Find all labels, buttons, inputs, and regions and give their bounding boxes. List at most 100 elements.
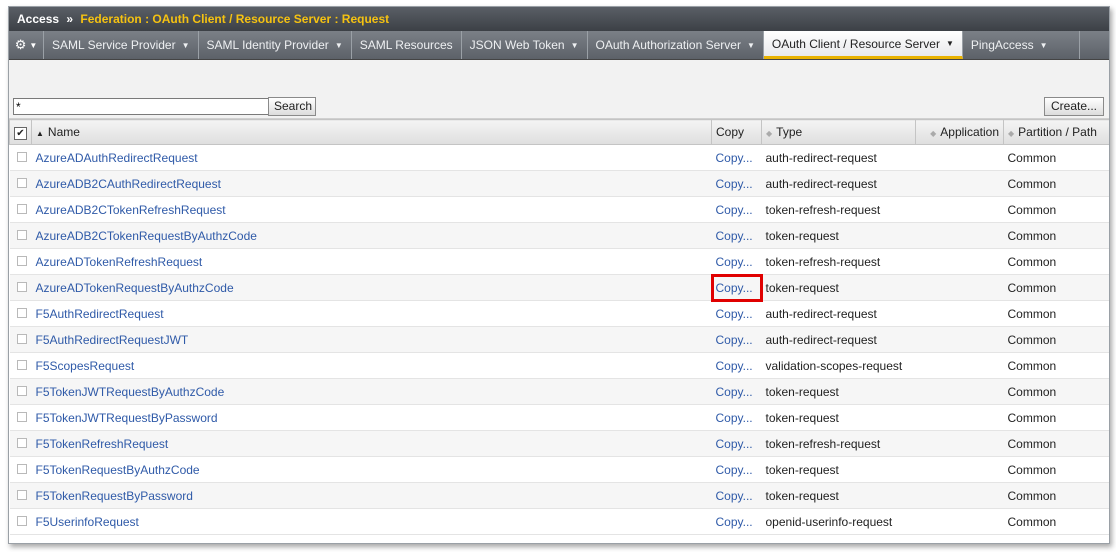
nav-tab[interactable]: SAML Service Provider ▼ [44,31,199,59]
row-checkbox[interactable] [16,411,27,422]
copy-link[interactable]: Copy... [716,411,753,425]
row-select-cell [9,170,32,197]
partition-cell: Common [1003,430,1109,457]
copy-link[interactable]: Copy... [716,333,753,347]
row-checkbox[interactable] [16,385,27,396]
application-cell [915,170,1004,197]
copy-link[interactable]: Copy... [716,463,753,477]
type-cell: token-request [761,378,916,405]
copy-link[interactable]: Copy... [716,151,753,165]
type-cell: validation-scopes-request [761,352,916,379]
row-checkbox[interactable] [16,203,27,214]
type-cell: auth-redirect-request [761,144,916,171]
partition-cell: Common [1003,482,1109,509]
row-checkbox[interactable] [16,177,27,188]
row-checkbox[interactable] [16,489,27,500]
copy-link[interactable]: Copy... [716,515,753,529]
request-name-link[interactable]: F5ScopesRequest [36,359,135,373]
nav-tab[interactable]: OAuth Client / Resource Server ▼ [763,31,963,59]
row-checkbox[interactable] [16,229,27,240]
column-header-application[interactable]: ◆ Application [915,119,1004,145]
type-cell: auth-redirect-request [761,170,916,197]
name-cell: F5TokenRequestByPassword [31,482,712,509]
caret-down-icon: ▼ [334,40,343,50]
column-name-label: Name [47,125,80,139]
request-name-link[interactable]: AzureADB2CTokenRefreshRequest [36,203,226,217]
application-cell [915,144,1004,171]
table-row: F5TokenJWTRequestByAuthzCode Copy... token… [9,378,1109,405]
nav-bar: ⚙ ▼ SAML Service Provider ▼ SAML Identity … [9,31,1109,60]
name-cell: AzureADB2CAuthRedirectRequest [31,170,712,197]
row-checkbox[interactable] [16,151,27,162]
application-cell [915,404,1004,431]
name-cell: AzureADTokenRefreshRequest [31,248,712,275]
copy-link[interactable]: Copy... [716,281,753,295]
column-header-partition[interactable]: ◆ Partition / Path [1003,119,1109,145]
row-checkbox[interactable] [16,281,27,292]
nav-tab[interactable]: SAML Identity Provider ▼ [199,31,352,59]
nav-tab[interactable]: JSON Web Token ▼ [462,31,588,59]
row-checkbox[interactable] [16,255,27,266]
application-cell [915,248,1004,275]
nav-tab[interactable]: PingAccess ▼ [963,31,1080,59]
partition-cell: Common [1003,248,1109,275]
app-title: Access [17,12,60,26]
sort-icon: ◆ [766,129,773,138]
create-button[interactable]: Create... [1044,97,1104,116]
row-checkbox[interactable] [16,437,27,448]
copy-link[interactable]: Copy... [716,255,753,269]
row-checkbox[interactable] [16,359,27,370]
copy-link[interactable]: Copy... [716,229,753,243]
nav-tab[interactable]: OAuth Authorization Server ▼ [588,31,764,59]
row-select-cell [9,248,32,275]
select-all-checkbox[interactable]: ✔ [9,119,32,145]
search-button[interactable]: Search [268,97,316,116]
request-name-link[interactable]: F5UserinfoRequest [36,515,139,529]
row-checkbox[interactable] [16,515,27,526]
request-name-link[interactable]: AzureADTokenRefreshRequest [36,255,203,269]
row-checkbox[interactable] [16,307,27,318]
row-checkbox[interactable] [16,333,27,344]
nav-tab[interactable]: SAML Resources [352,31,462,59]
table-row: AzureADB2CTokenRequestByAuthzCode Copy...… [9,222,1109,249]
search-input[interactable] [13,98,269,115]
nav-tab-label: OAuth Client / Resource Server [771,36,940,51]
request-name-link[interactable]: F5TokenJWTRequestByPassword [36,411,218,425]
copy-link[interactable]: Copy... [716,203,753,217]
request-name-link[interactable]: F5TokenRefreshRequest [36,437,169,451]
request-name-link[interactable]: F5TokenJWTRequestByAuthzCode [36,385,225,399]
type-cell: auth-redirect-request [761,326,916,353]
request-name-link[interactable]: F5AuthRedirectRequestJWT [36,333,189,347]
app-frame: Access » Federation : OAuth Client / Res… [8,6,1110,544]
request-name-link[interactable]: AzureADB2CAuthRedirectRequest [36,177,221,191]
name-cell: F5AuthRedirectRequest [31,300,712,327]
partition-cell: Common [1003,378,1109,405]
row-select-cell [9,430,32,457]
application-cell [915,508,1004,535]
request-name-link[interactable]: AzureADB2CTokenRequestByAuthzCode [36,229,257,243]
request-name-link[interactable]: AzureADTokenRequestByAuthzCode [36,281,234,295]
partition-cell: Common [1003,326,1109,353]
caret-down-icon: ▼ [1039,40,1048,50]
copy-link[interactable]: Copy... [716,385,753,399]
column-header-type[interactable]: ◆ Type [761,119,916,145]
gear-menu[interactable]: ⚙ ▼ [9,31,44,59]
request-name-link[interactable]: F5AuthRedirectRequest [36,307,164,321]
request-name-link[interactable]: AzureADAuthRedirectRequest [36,151,198,165]
nav-tab-label: PingAccess [970,38,1034,52]
copy-link[interactable]: Copy... [716,437,753,451]
table-row: F5TokenRequestByAuthzCode Copy... token-re… [9,456,1109,483]
name-cell: AzureADAuthRedirectRequest [31,144,712,171]
request-name-link[interactable]: F5TokenRequestByPassword [36,489,193,503]
column-header-name[interactable]: ▲ Name [31,119,712,145]
row-select-cell [9,378,32,405]
copy-link[interactable]: Copy... [716,489,753,503]
request-name-link[interactable]: F5TokenRequestByAuthzCode [36,463,200,477]
caret-down-icon: ▼ [746,40,755,50]
spacer [9,60,1109,96]
copy-link[interactable]: Copy... [716,177,753,191]
row-checkbox[interactable] [16,463,27,474]
checkbox-icon: ✔ [14,126,27,140]
copy-link[interactable]: Copy... [716,359,753,373]
copy-link[interactable]: Copy... [716,307,753,321]
